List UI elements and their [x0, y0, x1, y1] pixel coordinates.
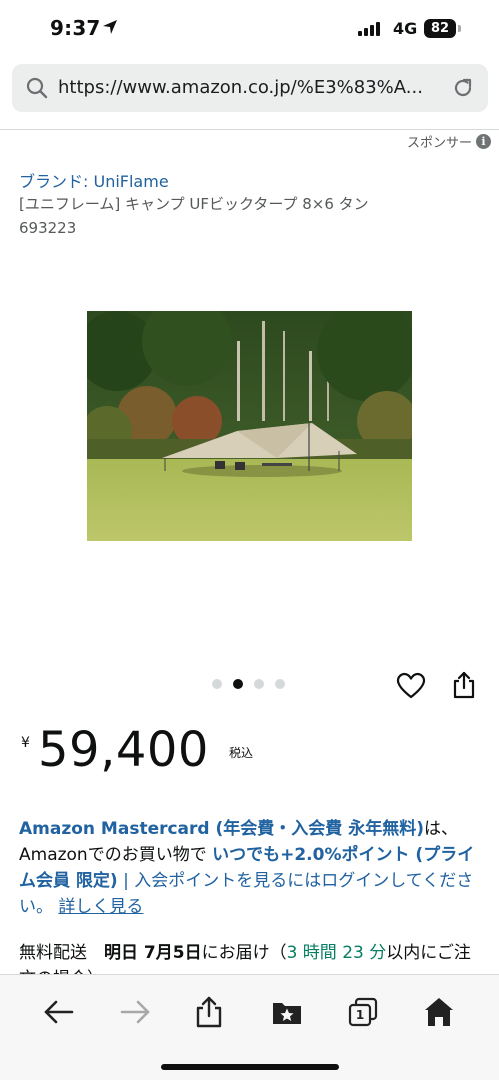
price-tax-note: 税込 — [229, 746, 254, 760]
share-page-icon[interactable] — [192, 995, 226, 1029]
delivery-countdown: 3 時間 23 分 — [286, 943, 387, 963]
signal-icon — [358, 22, 380, 36]
product-image[interactable] — [87, 311, 412, 541]
carousel-dot[interactable] — [254, 679, 264, 689]
carousel-dot[interactable] — [212, 679, 222, 689]
battery-icon: 82 — [424, 19, 456, 38]
home-icon[interactable] — [422, 995, 456, 1029]
header-divider — [0, 129, 499, 130]
carousel-dot[interactable] — [275, 679, 285, 689]
reload-icon[interactable] — [451, 76, 475, 100]
heart-icon[interactable] — [396, 672, 426, 700]
mastercard-promo: Amazon Mastercard (年会費・入会費 永年無料)は、Amazon… — [19, 816, 481, 920]
home-indicator — [161, 1064, 339, 1070]
bookmarks-icon[interactable] — [270, 995, 304, 1029]
promo-card-name[interactable]: Amazon Mastercard (年会費・入会費 永年無料) — [19, 819, 424, 839]
brand-link[interactable]: ブランド: UniFlame — [19, 168, 169, 192]
tabs-count: 1 — [355, 1008, 365, 1022]
price-amount: 59,400 — [38, 722, 209, 778]
sponsor-label-group[interactable]: スポンサー i — [407, 132, 491, 151]
product-title[interactable]: [ユニフレーム] キャンプ UFビックタープ 8×6 タン 693223 — [19, 192, 459, 240]
battery-tip — [458, 25, 461, 32]
location-arrow-icon — [103, 20, 117, 34]
back-icon[interactable] — [42, 995, 76, 1029]
url-text[interactable]: https://www.amazon.co.jp/%E3%83%A... — [58, 77, 442, 98]
status-time: 9:37 — [50, 16, 101, 40]
product-title-line2: 693223 — [19, 219, 77, 237]
info-icon[interactable]: i — [476, 134, 491, 149]
share-icon[interactable] — [451, 670, 477, 700]
promo-details-link[interactable]: 詳しく見る — [58, 897, 143, 917]
delivery-date: 明日 7月5日 — [104, 943, 202, 963]
sponsor-label: スポンサー — [406, 136, 472, 151]
carousel-dot-active[interactable] — [233, 679, 243, 689]
delivery-suffix: にお届け（ — [201, 943, 287, 963]
status-bar: 9:37 4G 82 — [0, 0, 499, 56]
delivery-label: 無料配送 — [19, 943, 104, 963]
price-currency-symbol: ¥ — [21, 735, 30, 751]
network-type: 4G — [393, 19, 418, 38]
search-icon — [26, 77, 48, 99]
product-title-line1: [ユニフレーム] キャンプ UFビックタープ 8×6 タン — [19, 195, 369, 213]
address-bar[interactable]: https://www.amazon.co.jp/%E3%83%A... — [12, 64, 488, 112]
forward-icon[interactable] — [118, 995, 152, 1029]
image-carousel-dots[interactable] — [212, 679, 285, 689]
tabs-button[interactable]: 1 — [346, 995, 380, 1029]
